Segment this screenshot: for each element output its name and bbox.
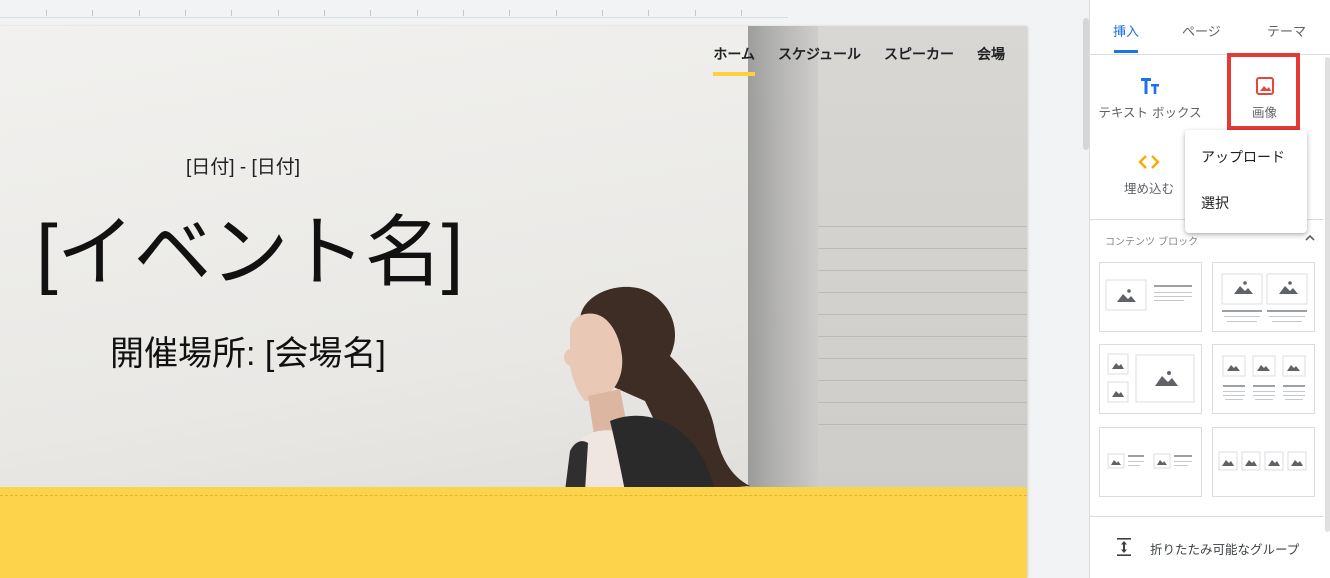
nav-item-speakers[interactable]: スピーカー (884, 44, 954, 76)
page-canvas: ホーム スケジュール スピーカー 会場 [日付] - [日付] [イベント名] … (0, 26, 1027, 578)
content-block-thumbnail (1107, 353, 1195, 403)
text-box-tool[interactable]: テキスト ボックス (1094, 76, 1206, 121)
content-block-thumbnail (1221, 273, 1308, 322)
tab-themes[interactable]: テーマ (1267, 21, 1306, 40)
nav-item-home[interactable]: ホーム (713, 44, 755, 76)
collapsible-group-button[interactable]: 折りたたみ可能なグループ (1150, 539, 1299, 558)
event-venue-text[interactable]: 開催場所: [会場名] (110, 326, 386, 375)
content-block-image-text-pairs[interactable] (1099, 427, 1202, 497)
content-block-image-grid[interactable] (1099, 344, 1202, 414)
embed-code-icon (1138, 155, 1160, 169)
divider (1090, 516, 1323, 517)
nav-item-schedule[interactable]: スケジュール (778, 44, 861, 76)
content-block-thumbnail (1218, 451, 1307, 471)
embed-label: 埋め込む (1123, 181, 1174, 196)
chevron-up-icon[interactable] (1304, 232, 1316, 244)
hero-photo-person (564, 287, 750, 487)
tab-pages[interactable]: ページ (1182, 21, 1221, 40)
yellow-section[interactable] (0, 487, 1027, 578)
content-block-thumbnail (1107, 453, 1192, 469)
event-date-text[interactable]: [日付] - [日付] (186, 152, 300, 179)
image-insert-menu: アップロード 選択 (1185, 130, 1307, 233)
menu-item-upload[interactable]: アップロード (1201, 147, 1285, 167)
embed-tool[interactable]: 埋め込む (1110, 152, 1188, 197)
hero-background-wall (818, 26, 1027, 487)
image-tool-highlight (1227, 53, 1300, 130)
ruler (0, 0, 1088, 18)
active-tab-indicator (1114, 50, 1138, 53)
hero-section[interactable]: ホーム スケジュール スピーカー 会場 [日付] - [日付] [イベント名] … (0, 26, 1027, 487)
content-block-thumbnail (1222, 355, 1306, 400)
text-box-icon (1141, 78, 1159, 94)
section-boundary (0, 495, 1027, 496)
collapsible-group-icon (1117, 538, 1131, 556)
tab-insert[interactable]: 挿入 (1113, 21, 1139, 40)
content-block-image-text[interactable] (1099, 262, 1202, 332)
content-block-four-images[interactable] (1212, 427, 1315, 497)
panel-scrollbar[interactable] (1325, 57, 1330, 532)
insert-panel: 挿入 ページ テーマ テキスト ボックス 画像 埋め込む コンテンツ ブロック (1089, 0, 1330, 578)
content-blocks-title: コンテンツ ブロック (1105, 237, 1199, 248)
nav-item-venue[interactable]: 会場 (977, 44, 1005, 76)
panel-tabs: 挿入 ページ テーマ (1090, 0, 1330, 55)
event-name-title[interactable]: [イベント名] (36, 204, 463, 300)
content-block-thumbnail (1105, 279, 1192, 311)
content-block-two-images[interactable] (1212, 262, 1315, 332)
site-nav: ホーム スケジュール スピーカー 会場 (713, 44, 1005, 76)
content-block-three-columns[interactable] (1212, 344, 1315, 414)
text-box-label: テキスト ボックス (1098, 105, 1202, 120)
menu-item-select[interactable]: 選択 (1201, 193, 1229, 213)
